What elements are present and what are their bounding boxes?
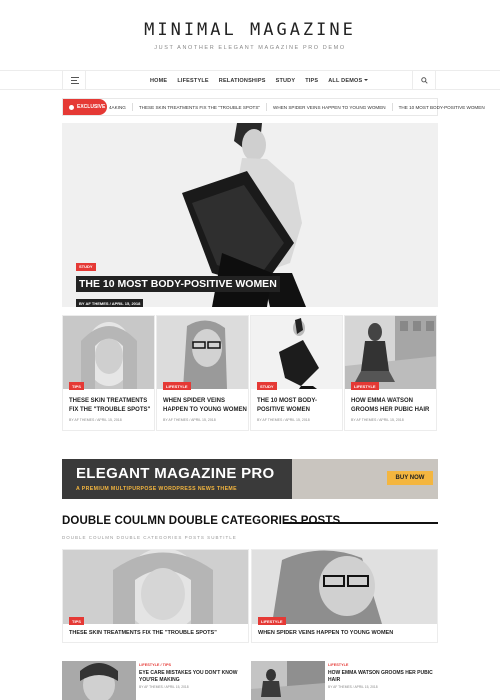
- site-tagline: JUST ANOTHER ELEGANT MAGAZINE PRO DEMO: [154, 45, 346, 51]
- ticker-item[interactable]: THESE SKIN TREATMENTS FIX THE "TROUBLE S…: [139, 105, 260, 110]
- post-thumbnail: [252, 550, 437, 624]
- ticker-item[interactable]: THE 10 MOST BODY-POSITIVE WOMEN: [399, 105, 485, 110]
- ticker-divider: [131, 103, 133, 111]
- live-dot-icon: [69, 104, 74, 110]
- ticker-divider: [266, 103, 268, 111]
- ad-title: ELEGANT MAGAZINE PRO: [76, 465, 275, 482]
- menu-toggle-icon[interactable]: [62, 71, 86, 90]
- double-column-post[interactable]: LIFESTYLE WHEN SPIDER VEINS HAPPEN TO YO…: [251, 549, 438, 643]
- post-title[interactable]: THE 10 MOST BODY-POSITIVE WOMEN: [257, 397, 341, 414]
- ticker-label: EXCLUSIVE: [63, 99, 107, 115]
- post-meta: BY AF THEMES / APRIL 15, 2018: [351, 418, 404, 422]
- category-badge[interactable]: STUDY: [257, 382, 277, 390]
- post-meta: BY AF THEMES / APRIL 15, 2018: [76, 299, 144, 307]
- ticker-divider: [391, 103, 393, 111]
- category-badge[interactable]: LIFESTYLE: [258, 617, 286, 625]
- post-meta: BY AF THEMES / APRIL 15, 2018: [163, 418, 216, 422]
- post-meta: BY AF THEMES / APRIL 15, 2018: [328, 685, 378, 689]
- nav-item-lifestyle[interactable]: LIFESTYLE: [177, 78, 208, 84]
- nav-item-relationships[interactable]: RELATIONSHIPS: [219, 78, 266, 84]
- post-thumbnail: [157, 316, 248, 389]
- post-meta: BY AF THEMES / APRIL 15, 2018: [139, 685, 189, 689]
- ticker-items: 4AKING THESE SKIN TREATMENTS FIX THE "TR…: [109, 99, 485, 115]
- buy-now-button[interactable]: BUY NOW: [387, 471, 433, 485]
- category-badge[interactable]: LIFESTYLE: [351, 382, 379, 390]
- post-thumbnail: [345, 316, 436, 389]
- breaking-news-ticker: EXCLUSIVE 4AKING THESE SKIN TREATMENTS F…: [62, 98, 485, 116]
- hero-title[interactable]: THE 10 MOST BODY-POSITIVE WOMEN: [76, 276, 280, 292]
- small-post[interactable]: LIFESTYLE / TIPS EYE CARE MISTAKES YOU D…: [62, 661, 249, 700]
- nav-item-home[interactable]: HOME: [150, 78, 167, 84]
- grid-card[interactable]: STUDY THE 10 MOST BODY-POSITIVE WOMEN BY…: [250, 315, 343, 431]
- post-title[interactable]: WHEN SPIDER VEINS HAPPEN TO YOUNG WOMEN: [258, 630, 393, 636]
- section-subtitle: DOUBLE COULMN DOUBLE CATEGORIES POSTS SU…: [62, 535, 237, 540]
- featured-grid: TIPS THESE SKIN TREATMENTS FIX THE "TROU…: [62, 315, 438, 431]
- post-title[interactable]: HOW EMMA WATSON GROOMS HER PUBIC HAIR: [351, 397, 435, 414]
- category-badge[interactable]: STUDY: [76, 262, 96, 271]
- grid-card[interactable]: TIPS THESE SKIN TREATMENTS FIX THE "TROU…: [62, 315, 155, 431]
- small-post[interactable]: LIFESTYLE HOW EMMA WATSON GROOMS HER PUB…: [251, 661, 438, 700]
- ticker-label-text: EXCLUSIVE: [77, 104, 106, 110]
- double-column-post[interactable]: TIPS THESE SKIN TREATMENTS FIX THE "TROU…: [62, 549, 249, 643]
- nav-item-tips[interactable]: TIPS: [305, 78, 318, 84]
- nav-item-all-demos-label: ALL DEMOS: [328, 77, 363, 84]
- grid-card[interactable]: LIFESTYLE HOW EMMA WATSON GROOMS HER PUB…: [344, 315, 437, 431]
- hero-featured-post[interactable]: STUDY THE 10 MOST BODY-POSITIVE WOMEN BY…: [62, 123, 438, 307]
- post-title[interactable]: HOW EMMA WATSON GROOMS HER PUBIC HAIR: [328, 670, 438, 684]
- search-button[interactable]: [412, 71, 436, 90]
- section-divider: [283, 522, 438, 524]
- main-navigation: HOME LIFESTYLE RELATIONSHIPS STUDY TIPS …: [0, 70, 500, 90]
- post-meta: BY AF THEMES / APRIL 15, 2018: [257, 418, 310, 422]
- section-title: DOUBLE COULMN DOUBLE CATEGORIES POSTS: [62, 515, 341, 527]
- ticker-item[interactable]: WHEN SPIDER VEINS HAPPEN TO YOUNG WOMEN: [273, 105, 386, 110]
- post-title[interactable]: EYE CARE MISTAKES YOU DON'T KNOW YOU'RE …: [139, 670, 249, 684]
- search-icon: [421, 77, 428, 84]
- post-categories[interactable]: LIFESTYLE: [328, 663, 348, 667]
- nav-item-all-demos[interactable]: ALL DEMOS: [328, 77, 369, 84]
- category-badge[interactable]: TIPS: [69, 382, 84, 390]
- post-thumbnail: [251, 661, 325, 700]
- post-thumbnail: [251, 316, 342, 389]
- site-title[interactable]: MINIMAL MAGAZINE: [0, 20, 500, 40]
- post-title[interactable]: WHEN SPIDER VEINS HAPPEN TO YOUNG WOMEN: [163, 397, 247, 414]
- site-header: MINIMAL MAGAZINE JUST ANOTHER ELEGANT MA…: [0, 0, 500, 70]
- ad-banner[interactable]: ELEGANT MAGAZINE PRO A PREMIUM MULTIPURP…: [62, 459, 438, 499]
- category-badge[interactable]: LIFESTYLE: [163, 382, 191, 390]
- nav-item-study[interactable]: STUDY: [276, 78, 296, 84]
- hero-caption: STUDY THE 10 MOST BODY-POSITIVE WOMEN BY…: [76, 255, 280, 307]
- ticker-item[interactable]: 4AKING: [109, 105, 126, 110]
- post-thumbnail: [62, 661, 136, 700]
- grid-card[interactable]: LIFESTYLE WHEN SPIDER VEINS HAPPEN TO YO…: [156, 315, 249, 431]
- post-thumbnail: [63, 316, 154, 389]
- post-title[interactable]: THESE SKIN TREATMENTS FIX THE "TROUBLE S…: [69, 397, 153, 414]
- chevron-down-icon: [364, 79, 369, 82]
- post-meta: BY AF THEMES / APRIL 15, 2018: [69, 418, 122, 422]
- post-thumbnail: [63, 550, 248, 624]
- nav-menu: HOME LIFESTYLE RELATIONSHIPS STUDY TIPS …: [150, 71, 378, 90]
- ad-subtitle: A PREMIUM MULTIPURPOSE WORDPRESS NEWS TH…: [76, 486, 238, 492]
- post-categories[interactable]: LIFESTYLE / TIPS: [139, 663, 171, 667]
- category-badge[interactable]: TIPS: [69, 617, 84, 625]
- post-title[interactable]: THESE SKIN TREATMENTS FIX THE "TROUBLE S…: [69, 630, 217, 636]
